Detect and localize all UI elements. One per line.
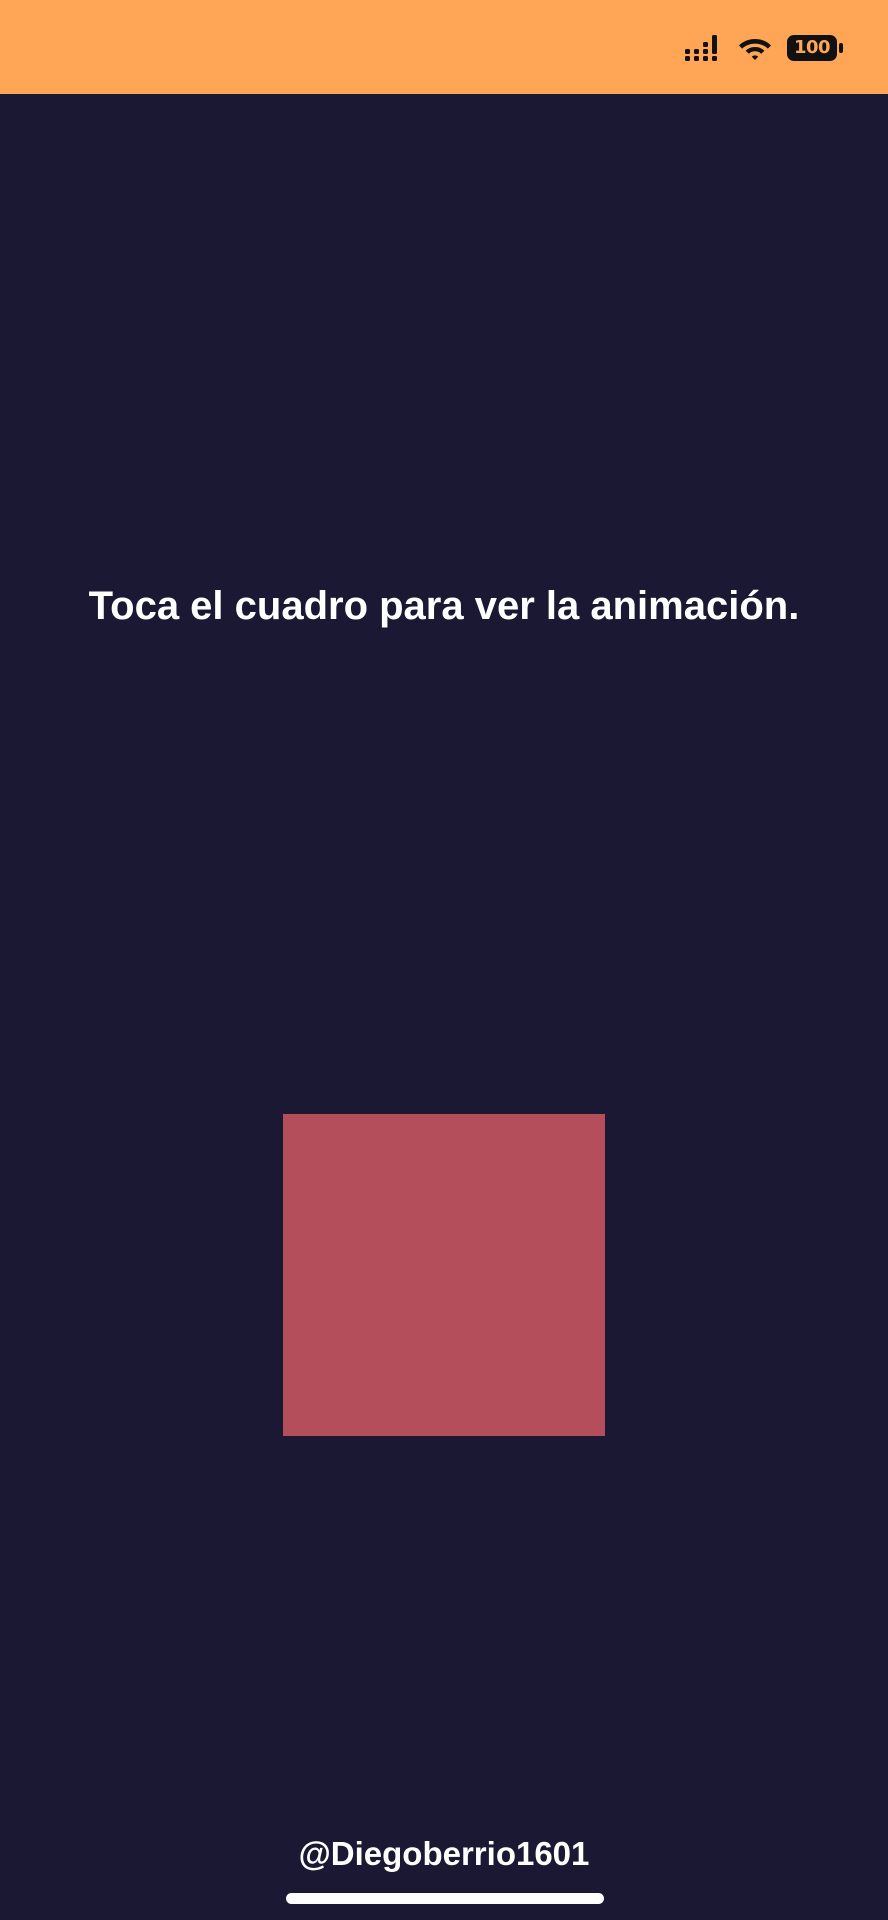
- status-icons: 100: [684, 32, 844, 64]
- status-bar: 100: [0, 0, 888, 94]
- instruction-text: Toca el cuadro para ver la animación.: [88, 584, 800, 628]
- app-screen: 100 Toca el cuadro para ver la animación…: [0, 0, 888, 1920]
- wifi-icon: [739, 39, 771, 60]
- home-indicator[interactable]: [286, 1893, 604, 1904]
- battery-indicator: 100: [786, 34, 844, 62]
- author-handle: @Diegoberrio1601: [298, 1835, 590, 1872]
- cellular-signal-icon: [685, 35, 717, 61]
- battery-level: 100: [793, 37, 831, 58]
- animated-square[interactable]: [283, 1114, 605, 1436]
